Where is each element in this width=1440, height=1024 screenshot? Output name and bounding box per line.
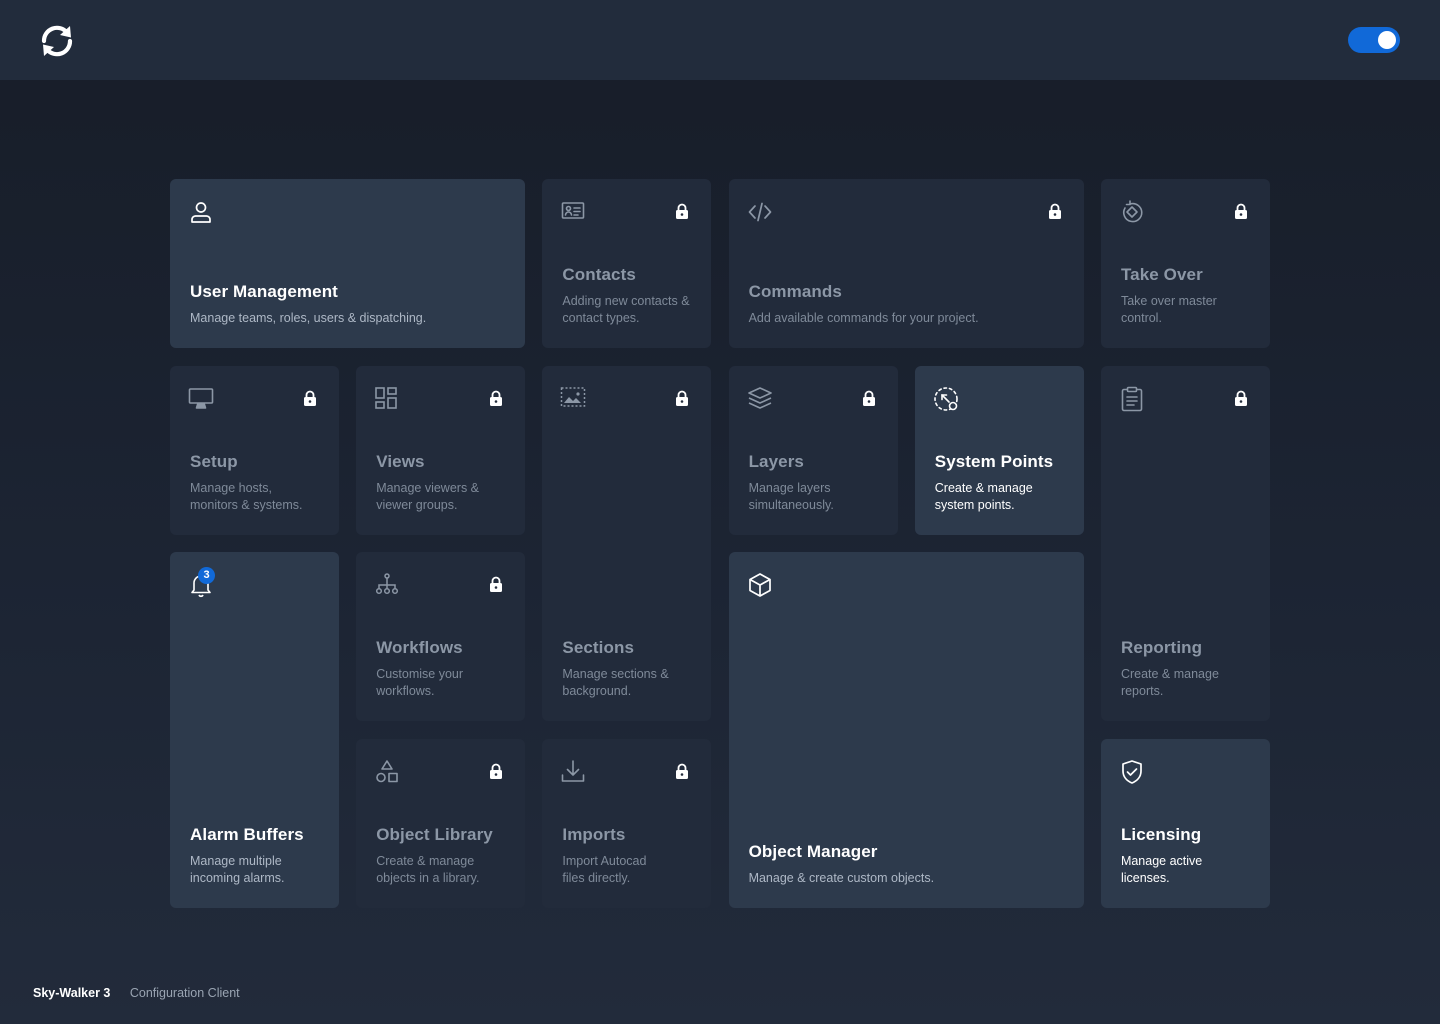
tile-take-over[interactable]: Take Over Take over master control.	[1100, 179, 1270, 348]
sync-logo-icon[interactable]	[38, 22, 76, 60]
tile-title: Alarm Buffers	[190, 824, 304, 844]
tile-contacts[interactable]: Contacts Adding new contacts & contact t…	[542, 179, 712, 348]
tile-description: Create & manage system points.	[934, 480, 1033, 512]
tile-title: System Points	[934, 451, 1054, 471]
tile-object-manager[interactable]: Object Manager Manage & create custom ob…	[728, 552, 1084, 908]
tile-user-management[interactable]: User Management Manage teams, roles, use…	[170, 179, 526, 348]
tile-layers[interactable]: Layers Manage layers simultaneously.	[728, 365, 898, 535]
module-grid: User Management Manage teams, roles, use…	[170, 179, 1270, 908]
tile-views[interactable]: Views Manage viewers & viewer groups.	[356, 365, 526, 535]
tile-description: Customise your workflows.	[376, 667, 464, 699]
lock-icon	[675, 390, 689, 406]
tile-title: Object Library	[376, 824, 493, 844]
tile-title: Workflows	[376, 638, 463, 658]
tile-title: Setup	[190, 451, 238, 471]
tile-description: Manage active licenses.	[1120, 853, 1203, 885]
lock-icon	[489, 576, 503, 593]
tile-description: Manage layers simultaneously.	[748, 480, 834, 512]
shapes-icon	[374, 759, 400, 785]
tile-description: Manage teams, roles, users & dispatching…	[190, 311, 427, 325]
toggle-knob	[1378, 31, 1396, 49]
cursor-point-icon	[933, 386, 959, 412]
tile-title: Licensing	[1120, 824, 1202, 844]
lock-icon	[1048, 203, 1062, 219]
monitor-icon	[188, 386, 214, 412]
tile-object-library[interactable]: Object Library Create & manage objects i…	[356, 738, 526, 908]
lock-icon	[862, 390, 876, 406]
top-bar	[0, 0, 1440, 80]
tile-description: Manage sections & background.	[562, 667, 669, 699]
tile-alarm-buffers[interactable]: 3 Alarm Buffers Manage multiple incoming…	[170, 552, 339, 908]
tile-title: Views	[376, 451, 425, 471]
lock-icon	[489, 763, 503, 779]
lock-icon	[675, 203, 689, 219]
tile-title: Take Over	[1120, 265, 1203, 284]
tile-title: User Management	[190, 282, 338, 301]
tile-description: Manage hosts, monitors & systems.	[190, 480, 303, 512]
client-name: Configuration Client	[129, 986, 240, 1000]
shield-check-icon	[1119, 759, 1145, 785]
tile-title: Contacts	[562, 265, 636, 284]
tile-description: Take over master control.	[1120, 294, 1217, 325]
product-name: Sky-Walker 3	[33, 986, 111, 1000]
layers-icon	[747, 386, 773, 412]
dashboard-icon	[374, 386, 400, 412]
lock-icon	[1234, 390, 1248, 406]
bell-icon: 3	[188, 567, 215, 598]
tile-setup[interactable]: Setup Manage hosts, monitors & systems.	[170, 365, 339, 535]
footer: Sky-Walker 3 Configuration Client	[33, 986, 240, 1000]
lock-icon	[675, 763, 689, 779]
contact-card-icon	[560, 199, 586, 225]
tile-description: Adding new contacts & contact types.	[562, 294, 690, 325]
tile-description: Add available commands for your project.	[748, 311, 979, 325]
rotate-icon	[1119, 199, 1145, 225]
tile-system-points[interactable]: System Points Create & manage system poi…	[914, 365, 1084, 535]
tile-title: Object Manager	[748, 841, 878, 861]
tile-imports[interactable]: Imports Import Autocad files directly.	[542, 738, 712, 908]
lock-icon	[489, 390, 503, 406]
tile-commands[interactable]: Commands Add available commands for your…	[728, 179, 1084, 348]
user-icon	[188, 199, 214, 225]
image-icon	[560, 386, 586, 412]
tile-workflows[interactable]: Workflows Customise your workflows.	[356, 552, 526, 722]
tile-description: Import Autocad files directly.	[562, 853, 647, 885]
tile-title: Sections	[562, 638, 635, 658]
tile-description: Manage viewers & viewer groups.	[376, 480, 480, 512]
code-icon	[747, 199, 773, 225]
tile-description: Manage multiple incoming alarms.	[190, 853, 285, 885]
lock-icon	[1234, 203, 1248, 219]
tile-reporting[interactable]: Reporting Create & manage reports.	[1100, 365, 1270, 722]
tile-title: Commands	[748, 282, 842, 301]
tile-title: Reporting	[1120, 638, 1203, 658]
mode-toggle[interactable]	[1348, 27, 1400, 53]
tile-description: Create & manage reports.	[1120, 667, 1219, 699]
lock-icon	[303, 390, 317, 406]
download-icon	[560, 759, 586, 785]
tile-title: Layers	[748, 451, 804, 471]
workflow-icon	[374, 572, 400, 598]
tile-licensing[interactable]: Licensing Manage active licenses.	[1100, 738, 1270, 908]
cube-icon	[747, 572, 773, 598]
tile-title: Imports	[562, 824, 626, 844]
tile-description: Create & manage objects in a library.	[376, 853, 480, 885]
tile-description: Manage & create custom objects.	[748, 870, 935, 885]
report-icon	[1119, 386, 1145, 412]
tile-sections[interactable]: Sections Manage sections & background.	[542, 365, 712, 722]
